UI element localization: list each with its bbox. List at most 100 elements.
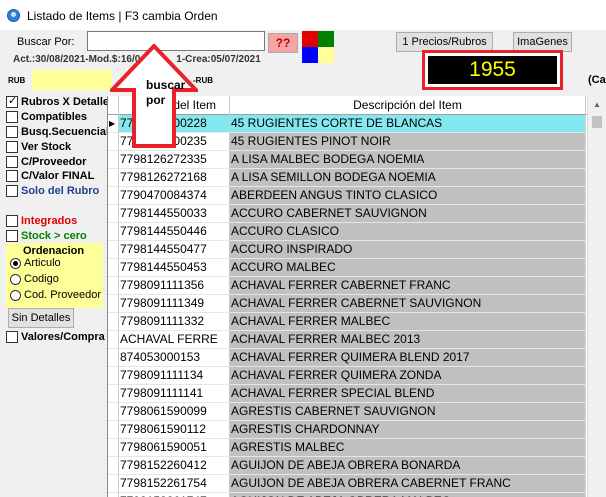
table-row[interactable]: 7798144550446 ACCURO CLASICO [108, 223, 587, 241]
checkbox-icon[interactable] [6, 215, 18, 227]
radio-icon[interactable] [10, 257, 21, 269]
checkbox-icon[interactable] [6, 185, 18, 197]
radio-icon[interactable] [10, 273, 21, 285]
cell-code[interactable]: 7790470084374 [119, 187, 230, 205]
table-row[interactable]: 7798126272335 A LISA MALBEC BODEGA NOEMIA [108, 151, 587, 169]
table-row[interactable]: 7790470084374 ABERDEEN ANGUS TINTO CLASIC… [108, 187, 587, 205]
vertical-scrollbar[interactable]: ▲ [587, 96, 606, 497]
cell-code[interactable]: 7798091111356 [119, 277, 230, 295]
table-row[interactable]: 7798144550453 ACCURO MALBEC [108, 259, 587, 277]
items-grid[interactable]: Código del Item Descripción del Item ▶77… [107, 96, 587, 497]
filter-rubros-x-detalle[interactable]: Rubros X Detalle [6, 94, 109, 108]
filter-busq-secuencial[interactable]: Busq.Secuencial [6, 126, 109, 138]
table-row[interactable]: 7798152261747AGUIJON DE ABEJA OBRERA MAL… [108, 493, 587, 497]
scroll-thumb[interactable] [592, 116, 602, 128]
cell-description[interactable]: AGUIJON DE ABEJA OBRERA CABERNET FRANC [230, 475, 586, 493]
radio-icon[interactable] [10, 289, 21, 301]
precios-rubros-button[interactable]: 1 Precios/Rubros [396, 32, 493, 52]
cell-description[interactable]: A LISA MALBEC BODEGA NOEMIA [230, 151, 586, 169]
filter-c-valor-final[interactable]: C/Valor FINAL [6, 170, 94, 182]
table-row[interactable]: 7798144550033 ACCURO CABERNET SAUVIGNON [108, 205, 587, 223]
cell-description[interactable]: ACCURO CLASICO [230, 223, 586, 241]
cell-code[interactable]: 7798144550453 [119, 259, 230, 277]
filter-integrados[interactable]: Integrados [6, 215, 77, 227]
cell-code[interactable]: 7798091111134 [119, 367, 230, 385]
radio-cod-proveedor[interactable]: Cod. Proveedor [10, 289, 101, 301]
radio-codigo[interactable]: Codigo [10, 273, 59, 285]
cell-code[interactable]: 7798144550446 [119, 223, 230, 241]
table-row[interactable]: 7798152261754 AGUIJON DE ABEJA OBRERA CAB… [108, 475, 587, 493]
header-description[interactable]: Descripción del Item [230, 96, 586, 115]
sin-detalles-button[interactable]: Sin Detalles [8, 308, 74, 328]
cell-description[interactable]: ACHAVAL FERRER QUIMERA ZONDA [230, 367, 586, 385]
cell-description[interactable]: 45 RUGIENTES CORTE DE BLANCAS [230, 115, 586, 133]
table-row[interactable]: 874053000153 ACHAVAL FERRER QUIMERA BLEND… [108, 349, 587, 367]
checkbox-icon[interactable] [6, 111, 18, 123]
cell-description[interactable]: ACHAVAL FERRER CABERNET FRANC [230, 277, 586, 295]
checkbox-icon[interactable] [6, 141, 18, 153]
table-row[interactable]: ACHAVAL FERRE ACHAVAL FERRER MALBEC 2013 [108, 331, 587, 349]
table-row[interactable]: 7798091111141 ACHAVAL FERRER SPECIAL BLEN… [108, 385, 587, 403]
table-row[interactable]: 7798091111332 ACHAVAL FERRER MALBEC [108, 313, 587, 331]
cell-code[interactable]: 7798152261754 [119, 475, 230, 493]
cell-description[interactable]: ACCURO CABERNET SAUVIGNON [230, 205, 586, 223]
color-swatch-yellow[interactable] [318, 47, 334, 63]
table-row[interactable]: 7798144550477 ACCURO INSPIRADO [108, 241, 587, 259]
table-row[interactable]: 7798126272168 A LISA SEMILLON BODEGA NOEM… [108, 169, 587, 187]
cell-description[interactable]: AGRESTIS CHARDONNAY [230, 421, 586, 439]
color-swatch-blue[interactable] [302, 47, 318, 63]
cell-code[interactable]: 7798061590051 [119, 439, 230, 457]
cell-description[interactable]: ACHAVAL FERRER CABERNET SAUVIGNON [230, 295, 586, 313]
cell-code[interactable]: ACHAVAL FERRE [119, 331, 230, 349]
imagenes-button[interactable]: ImaGenes [513, 32, 572, 52]
cell-code[interactable]: 7798091111349 [119, 295, 230, 313]
cell-code[interactable]: 7798126272168 [119, 169, 230, 187]
cell-code[interactable]: 7798061590112 [119, 421, 230, 439]
cell-code[interactable]: 7798091111332 [119, 313, 230, 331]
cell-code[interactable]: 874053000153 [119, 349, 230, 367]
table-row[interactable]: 7798152260412 AGUIJON DE ABEJA OBRERA BON… [108, 457, 587, 475]
cell-description[interactable]: ACHAVAL FERRER MALBEC [230, 313, 586, 331]
table-row[interactable]: 7798091111134 ACHAVAL FERRER QUIMERA ZOND… [108, 367, 587, 385]
cell-code[interactable]: 7798061590099 [119, 403, 230, 421]
filter-c-proveedor[interactable]: C/Proveedor [6, 156, 86, 168]
filter-stock-cero[interactable]: Stock > cero [6, 230, 87, 242]
checkbox-icon[interactable] [6, 170, 18, 182]
scroll-up-icon[interactable]: ▲ [588, 96, 606, 113]
cell-description[interactable]: A LISA SEMILLON BODEGA NOEMIA [230, 169, 586, 187]
checkbox-icon[interactable] [6, 94, 18, 108]
checkbox-icon[interactable] [6, 126, 18, 138]
filter-compatibles[interactable]: Compatibles [6, 111, 87, 123]
table-row[interactable]: 7798091111349 ACHAVAL FERRER CABERNET SAU… [108, 295, 587, 313]
table-row[interactable]: 7798061590099 AGRESTIS CABERNET SAUVIGNON [108, 403, 587, 421]
filter-valores-compra[interactable]: Valores/Compra [6, 331, 105, 343]
color-swatch-red[interactable] [302, 31, 318, 47]
checkbox-icon[interactable] [6, 230, 18, 242]
radio-articulo[interactable]: Articulo [10, 257, 61, 269]
cell-code[interactable]: 7798152260412 [119, 457, 230, 475]
cell-code[interactable]: 7798126272335 [119, 151, 230, 169]
cell-description[interactable]: AGUIJON DE ABEJA OBRERA MALBEC [230, 493, 586, 497]
cell-description[interactable]: ACHAVAL FERRER SPECIAL BLEND [230, 385, 586, 403]
cell-code[interactable]: 7798152261747 [119, 493, 230, 497]
cell-description[interactable]: AGRESTIS CABERNET SAUVIGNON [230, 403, 586, 421]
cell-description[interactable]: ACCURO INSPIRADO [230, 241, 586, 259]
cell-description[interactable]: ACHAVAL FERRER MALBEC 2013 [230, 331, 586, 349]
filter-solo-del-rubro[interactable]: Solo del Rubro [6, 185, 99, 197]
cell-description[interactable]: ACCURO MALBEC [230, 259, 586, 277]
cell-description[interactable]: AGUIJON DE ABEJA OBRERA BONARDA [230, 457, 586, 475]
cell-description[interactable]: AGRESTIS MALBEC [230, 439, 586, 457]
cell-description[interactable]: ACHAVAL FERRER QUIMERA BLEND 2017 [230, 349, 586, 367]
cell-description[interactable]: ABERDEEN ANGUS TINTO CLASICO [230, 187, 586, 205]
help-button[interactable]: ?? [268, 33, 298, 53]
cell-code[interactable]: 7798091111141 [119, 385, 230, 403]
table-row[interactable]: 7798061590112 AGRESTIS CHARDONNAY [108, 421, 587, 439]
checkbox-icon[interactable] [6, 156, 18, 168]
color-swatch-green[interactable] [318, 31, 334, 47]
cell-code[interactable]: 7798144550033 [119, 205, 230, 223]
cell-code[interactable]: 7798144550477 [119, 241, 230, 259]
checkbox-icon[interactable] [6, 331, 18, 343]
filter-ver-stock[interactable]: Ver Stock [6, 141, 71, 153]
table-row[interactable]: 7798091111356 ACHAVAL FERRER CABERNET FRA… [108, 277, 587, 295]
cell-description[interactable]: 45 RUGIENTES PINOT NOIR [230, 133, 586, 151]
